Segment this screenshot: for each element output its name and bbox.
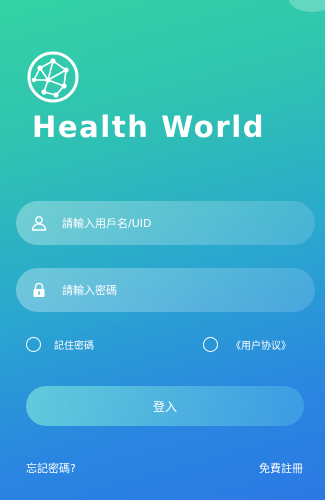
- username-field[interactable]: [16, 201, 315, 245]
- password-field[interactable]: [16, 268, 315, 312]
- remember-password-radio[interactable]: [26, 337, 41, 352]
- user-agreement-link[interactable]: 《用户协议》: [231, 337, 291, 352]
- password-input[interactable]: [62, 283, 315, 297]
- remember-password-label: 記住密碼: [54, 341, 94, 352]
- login-button[interactable]: 登入: [26, 386, 304, 426]
- app-title: Health World: [32, 110, 266, 144]
- user-agreement-radio[interactable]: [203, 337, 218, 352]
- username-input[interactable]: [62, 216, 315, 230]
- remember-password-option[interactable]: 記住密碼: [26, 337, 94, 352]
- decorative-circle: [289, 0, 325, 12]
- globe-network-icon: [26, 50, 80, 104]
- forgot-password-link[interactable]: 忘記密碼?: [26, 460, 76, 476]
- user-icon: [16, 215, 62, 231]
- lock-icon: [16, 282, 62, 298]
- register-link[interactable]: 免費註冊: [259, 460, 303, 476]
- user-agreement-option[interactable]: 《用户协议》: [203, 337, 291, 352]
